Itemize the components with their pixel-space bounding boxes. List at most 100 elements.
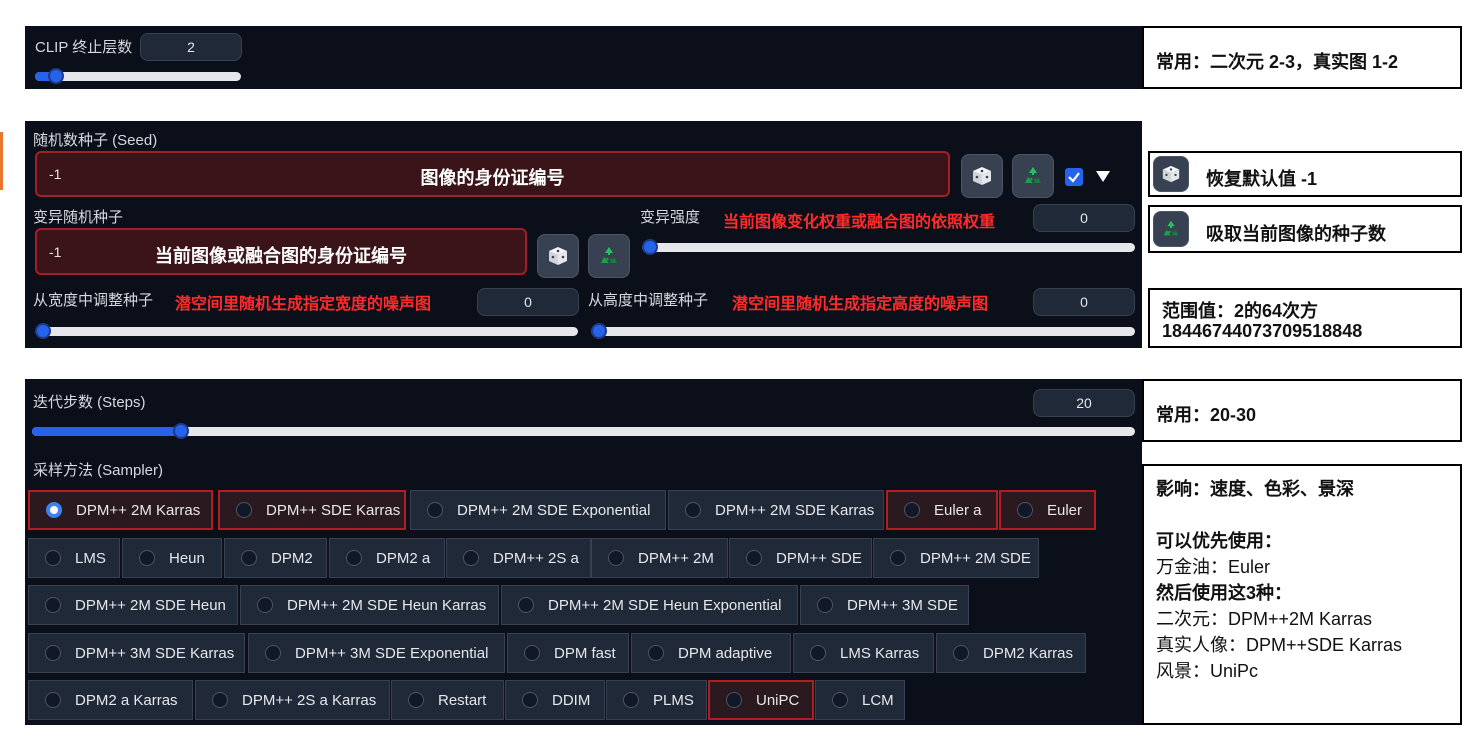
radio-icon[interactable] [1017, 502, 1033, 518]
sampler-label: 采样方法 (Sampler) [33, 462, 164, 479]
radio-icon[interactable] [904, 502, 920, 518]
sampler-option-label: DPM++ 2M SDE Heun [75, 596, 226, 614]
sampler-option[interactable]: DPM++ 2M [591, 538, 728, 578]
sampler-note-line6: 真实人像：DPM++SDE Karras [1156, 635, 1403, 655]
sampler-option[interactable]: UniPC [708, 680, 814, 720]
radio-icon[interactable] [524, 645, 540, 661]
radio-icon[interactable] [648, 645, 664, 661]
radio-icon[interactable] [45, 597, 61, 613]
seed-recycle-button[interactable] [1012, 154, 1054, 198]
width-seed-hint: 潜空间里随机生成指定宽度的噪声图 [175, 296, 432, 313]
height-seed-slider[interactable] [591, 323, 1135, 339]
triangle-down-icon[interactable] [1096, 171, 1110, 182]
sampler-option[interactable]: DDIM [505, 680, 605, 720]
variation-strength-slider[interactable] [642, 239, 1135, 255]
sampler-option[interactable]: DPM++ SDE Karras [218, 490, 406, 530]
variation-strength-thumb[interactable] [642, 239, 658, 255]
edge-marker [0, 132, 3, 190]
radio-icon[interactable] [953, 645, 969, 661]
seed-dice-button[interactable] [961, 154, 1003, 198]
sampler-option[interactable]: PLMS [606, 680, 707, 720]
variation-strength-input[interactable]: 0 [1033, 204, 1135, 232]
variation-seed-input[interactable]: -1 当前图像或融合图的身份证编号 [35, 228, 527, 275]
sampler-option[interactable]: LCM [815, 680, 905, 720]
width-seed-thumb[interactable] [35, 323, 51, 339]
sampler-option[interactable]: DPM++ SDE [729, 538, 872, 578]
radio-icon[interactable] [817, 597, 833, 613]
radio-icon[interactable] [810, 645, 826, 661]
width-seed-input[interactable]: 0 [477, 288, 579, 316]
sampler-option[interactable]: DPM++ 2M SDE Exponential [410, 490, 666, 530]
radio-icon[interactable] [45, 692, 61, 708]
radio-icon[interactable] [685, 502, 701, 518]
height-seed-input[interactable]: 0 [1033, 288, 1135, 316]
radio-icon[interactable] [726, 692, 742, 708]
seed-hint: 图像的身份证编号 [420, 168, 565, 188]
steps-slider-fill [32, 427, 181, 436]
sampler-option[interactable]: DPM++ 2S a Karras [195, 680, 390, 720]
sampler-option[interactable]: DPM2 Karras [936, 633, 1086, 673]
radio-icon[interactable] [46, 502, 62, 518]
clip-slider[interactable] [35, 68, 241, 84]
sampler-option[interactable]: Euler a [886, 490, 998, 530]
sampler-option-label: DPM++ SDE Karras [266, 501, 401, 519]
checkbox-icon[interactable] [1065, 168, 1083, 186]
sampler-option[interactable]: Euler [999, 490, 1096, 530]
sampler-option-label: PLMS [653, 691, 694, 709]
radio-icon[interactable] [890, 550, 906, 566]
radio-icon[interactable] [346, 550, 362, 566]
dice-icon [1162, 165, 1180, 183]
radio-icon[interactable] [522, 692, 538, 708]
clip-slider-thumb[interactable] [48, 68, 64, 84]
seed-input[interactable]: -1 图像的身份证编号 [35, 151, 950, 197]
steps-slider[interactable] [32, 423, 1135, 439]
sampler-option[interactable]: DPM++ 2M Karras [28, 490, 213, 530]
height-seed-thumb[interactable] [591, 323, 607, 339]
sampler-option[interactable]: DPM adaptive [631, 633, 791, 673]
sampler-option[interactable]: DPM++ 2M SDE Heun Karras [240, 585, 499, 625]
sampler-option[interactable]: DPM++ 3M SDE Exponential [248, 633, 505, 673]
sampler-option[interactable]: DPM++ 2M SDE Karras [668, 490, 884, 530]
radio-icon[interactable] [518, 597, 534, 613]
sampler-option[interactable]: LMS [28, 538, 120, 578]
clip-value-input[interactable]: 2 [140, 33, 242, 61]
radio-icon[interactable] [236, 502, 252, 518]
variation-recycle-button[interactable] [588, 234, 630, 278]
sampler-option[interactable]: DPM2 a Karras [28, 680, 193, 720]
sampler-option-label: DPM++ SDE [776, 549, 862, 567]
radio-icon[interactable] [241, 550, 257, 566]
sampler-option[interactable]: DPM++ 3M SDE [800, 585, 969, 625]
sampler-option[interactable]: LMS Karras [793, 633, 934, 673]
radio-icon[interactable] [45, 645, 61, 661]
steps-slider-thumb[interactable] [173, 423, 189, 439]
radio-icon[interactable] [608, 550, 624, 566]
radio-icon[interactable] [408, 692, 424, 708]
variation-dice-button[interactable] [537, 234, 579, 278]
radio-icon[interactable] [623, 692, 639, 708]
radio-icon[interactable] [746, 550, 762, 566]
radio-icon[interactable] [139, 550, 155, 566]
sampler-option[interactable]: DPM fast [507, 633, 629, 673]
sampler-option-label: LCM [862, 691, 894, 709]
radio-icon[interactable] [212, 692, 228, 708]
sampler-option-label: Euler [1047, 501, 1083, 519]
sampler-option[interactable]: DPM++ 2M SDE [873, 538, 1039, 578]
sampler-option[interactable]: DPM++ 2S a [446, 538, 591, 578]
radio-icon[interactable] [427, 502, 443, 518]
sampler-note-line5: 二次元：DPM++2M Karras [1156, 609, 1373, 629]
sampler-option-label: DPM++ 2M SDE Heun Karras [287, 596, 487, 614]
sampler-option[interactable]: Restart [391, 680, 504, 720]
sampler-option[interactable]: Heun [122, 538, 222, 578]
radio-icon[interactable] [265, 645, 281, 661]
radio-icon[interactable] [832, 692, 848, 708]
radio-icon[interactable] [463, 550, 479, 566]
radio-icon[interactable] [257, 597, 273, 613]
sampler-option[interactable]: DPM++ 2M SDE Heun Exponential [501, 585, 798, 625]
radio-icon[interactable] [45, 550, 61, 566]
sampler-option[interactable]: DPM++ 2M SDE Heun [28, 585, 238, 625]
sampler-option[interactable]: DPM2 [224, 538, 327, 578]
sampler-option[interactable]: DPM++ 3M SDE Karras [28, 633, 245, 673]
steps-value-input[interactable]: 20 [1033, 389, 1135, 417]
sampler-option[interactable]: DPM2 a [329, 538, 445, 578]
width-seed-slider[interactable] [35, 323, 578, 339]
